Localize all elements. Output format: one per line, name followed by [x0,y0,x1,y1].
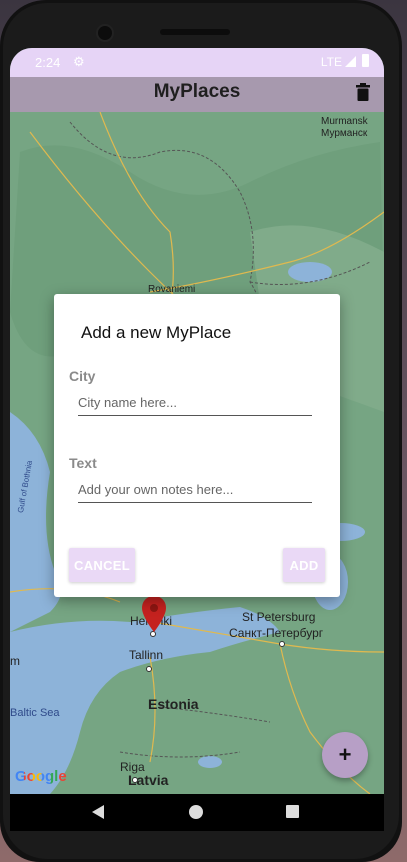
city-label: City [69,368,96,384]
status-time: 2:24 [35,55,61,70]
battery-icon [362,54,369,67]
signal-icon [345,56,356,67]
earpiece-speaker [160,29,230,35]
dialog-title: Add a new MyPlace [81,323,232,342]
nav-back-icon[interactable] [92,805,104,819]
nav-home-icon[interactable] [189,805,203,819]
phone-frame: Murmansk Мурманск Rovaniemi Gulf of Both… [0,0,402,862]
city-input[interactable] [78,390,312,416]
front-camera [96,24,114,42]
screen: Murmansk Мурманск Rovaniemi Gulf of Both… [10,48,384,831]
status-bar: 2:24 ⚙ LTE [10,48,384,77]
app-title: MyPlaces [153,81,241,102]
nav-recents-icon[interactable] [286,805,299,818]
network-type: LTE [320,55,342,69]
trash-icon[interactable] [356,83,370,101]
text-label: Text [69,455,97,471]
gear-icon: ⚙ [73,54,85,69]
cancel-button[interactable]: CANCEL [69,548,135,582]
app-bar: MyPlaces [10,77,384,112]
plus-icon: + [338,742,352,767]
notes-input[interactable] [78,477,312,503]
system-nav-bar [10,794,384,831]
add-button[interactable]: ADD [283,548,325,582]
add-place-fab[interactable]: + [322,732,368,778]
add-place-dialog: Add a new MyPlace City Text CANCEL ADD [54,294,340,597]
